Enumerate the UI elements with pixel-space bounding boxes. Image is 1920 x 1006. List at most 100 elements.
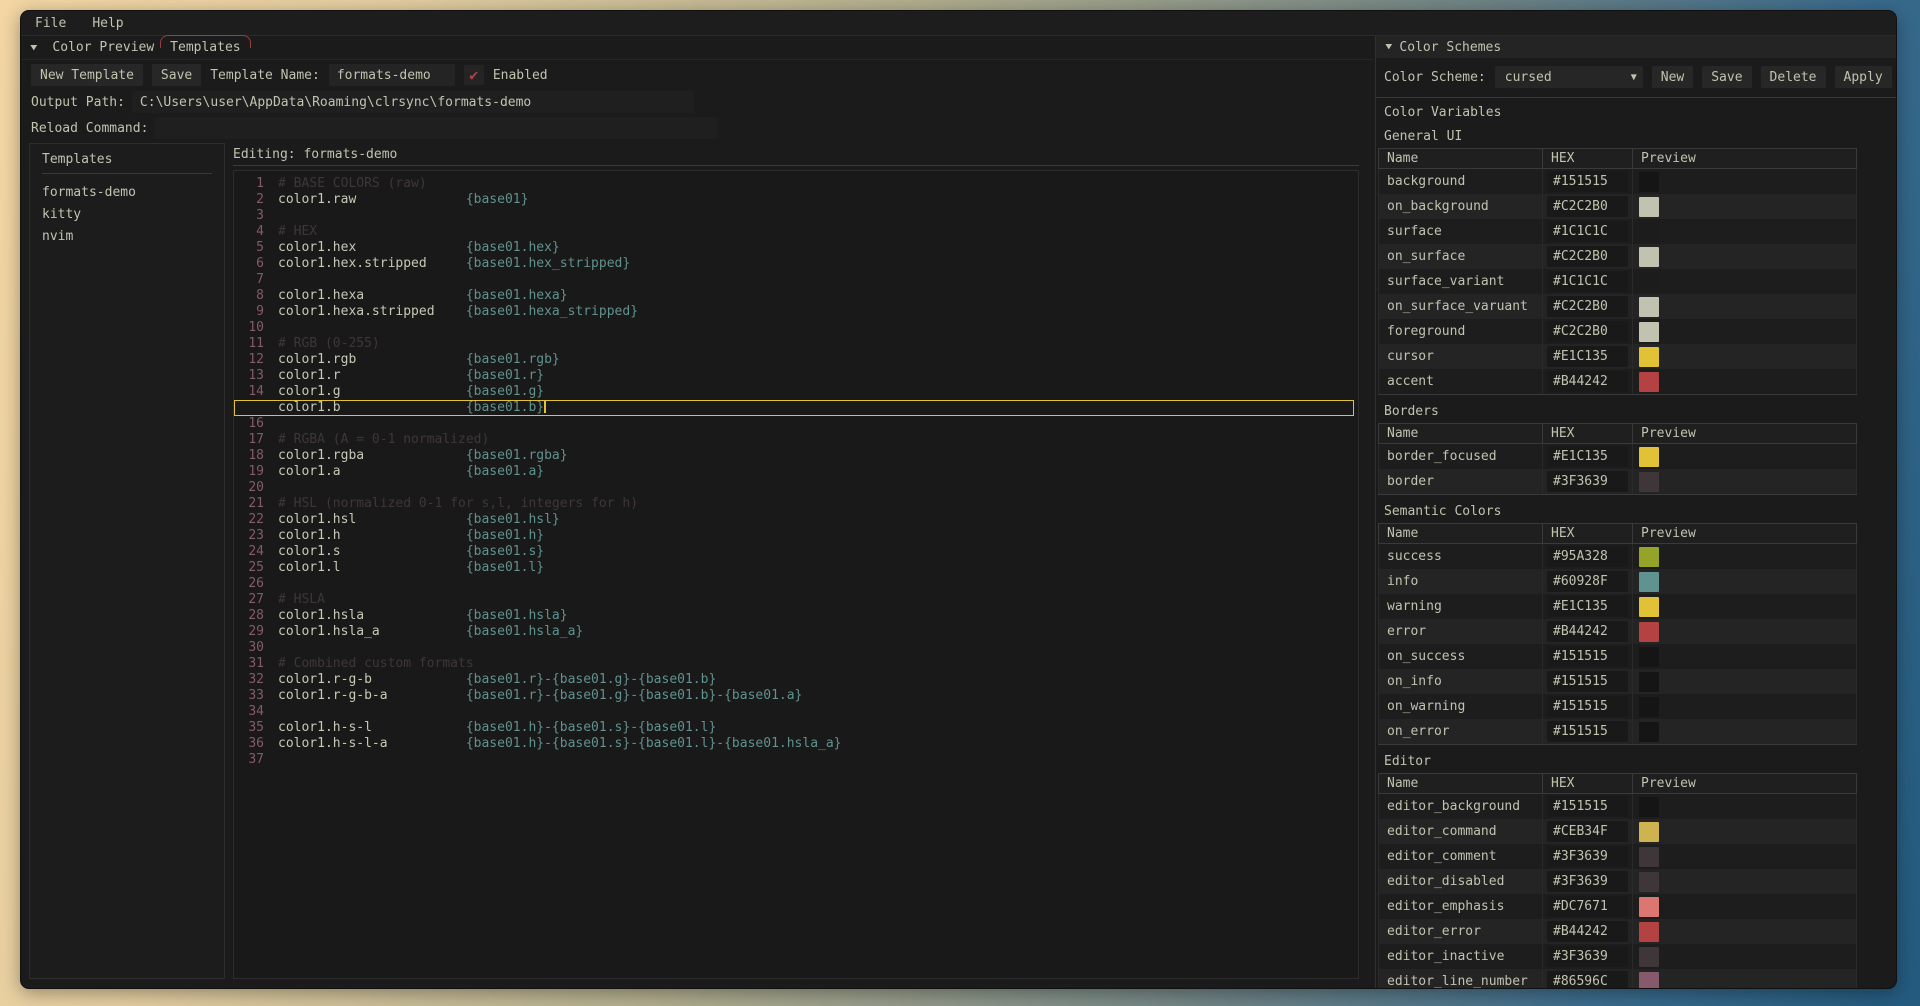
dropdown-value: cursed: [1505, 70, 1631, 85]
new-template-button[interactable]: New Template: [31, 64, 143, 86]
color-scheme-dropdown[interactable]: cursed ▼: [1495, 66, 1643, 88]
color-swatch[interactable]: [1639, 897, 1659, 917]
new-scheme-button[interactable]: New: [1652, 66, 1693, 88]
color-swatch[interactable]: [1639, 647, 1659, 667]
hex-input[interactable]: #DC7671: [1547, 896, 1628, 917]
hex-input[interactable]: #CEB34F: [1547, 821, 1628, 842]
color-swatch[interactable]: [1639, 822, 1659, 842]
format-value: {base01.r}: [466, 368, 544, 384]
color-schemes-header[interactable]: ▼ Color Schemes: [1376, 36, 1897, 58]
editor-line: 23color1.h{base01.h}: [234, 528, 1354, 544]
hex-input[interactable]: #B44242: [1547, 371, 1628, 392]
menu-item-help[interactable]: Help: [92, 14, 135, 33]
color-swatch[interactable]: [1639, 972, 1659, 990]
color-swatch[interactable]: [1639, 547, 1659, 567]
save-template-button[interactable]: Save: [152, 64, 201, 86]
reload-command-input[interactable]: [155, 117, 717, 139]
hex-input[interactable]: #1C1C1C: [1547, 271, 1628, 292]
color-swatch[interactable]: [1639, 272, 1659, 292]
enabled-checkbox[interactable]: ✔: [464, 65, 484, 85]
preview-cell: [1633, 644, 1857, 669]
hex-input[interactable]: #E1C135: [1547, 446, 1628, 467]
template-list-item-nvim[interactable]: nvim: [42, 226, 224, 248]
line-number: 4: [234, 224, 264, 240]
format-value: {base01.b}: [466, 400, 544, 416]
color-swatch[interactable]: [1639, 847, 1659, 867]
hex-input[interactable]: #151515: [1547, 696, 1628, 717]
color-swatch[interactable]: [1639, 872, 1659, 892]
color-swatch[interactable]: [1639, 172, 1659, 192]
color-swatch[interactable]: [1639, 697, 1659, 717]
color-swatch[interactable]: [1639, 572, 1659, 592]
template-list-item-kitty[interactable]: kitty: [42, 204, 224, 226]
tab-color-preview[interactable]: Color Preview: [44, 38, 162, 57]
template-name-input[interactable]: formats-demo: [329, 64, 455, 86]
hex-input[interactable]: #86596C: [1547, 971, 1628, 989]
hex-input[interactable]: #E1C135: [1547, 596, 1628, 617]
hex-input[interactable]: #60928F: [1547, 571, 1628, 592]
section-title-borders: Borders: [1384, 404, 1897, 419]
format-value: {base01.h}-{base01.s}-{base01.l}: [466, 720, 716, 736]
hex-input[interactable]: #151515: [1547, 671, 1628, 692]
hex-input[interactable]: #3F3639: [1547, 871, 1628, 892]
template-list-item-formats-demo[interactable]: formats-demo: [42, 182, 224, 204]
apply-scheme-button[interactable]: Apply: [1835, 66, 1892, 88]
save-scheme-button[interactable]: Save: [1702, 66, 1751, 88]
color-swatch[interactable]: [1639, 197, 1659, 217]
hex-input[interactable]: #E1C135: [1547, 346, 1628, 367]
color-swatch[interactable]: [1639, 322, 1659, 342]
tab-templates[interactable]: Templates: [162, 38, 248, 57]
hex-input[interactable]: #3F3639: [1547, 846, 1628, 867]
line-number: 29: [234, 624, 264, 640]
color-swatch[interactable]: [1639, 597, 1659, 617]
template-editor[interactable]: 1# BASE COLORS (raw)2color1.raw{base01}3…: [233, 170, 1359, 979]
hex-cell: #C2C2B0: [1543, 294, 1633, 319]
column-header-hex: HEX: [1543, 524, 1633, 544]
editor-line: 21# HSL (normalized 0-1 for s,l, integer…: [234, 496, 1354, 512]
delete-scheme-button[interactable]: Delete: [1761, 66, 1826, 88]
format-key: color1.b: [278, 400, 466, 416]
collapse-arrow-icon[interactable]: ▼: [30, 43, 37, 53]
variable-name-cell: on_info: [1379, 669, 1543, 694]
hex-input[interactable]: #151515: [1547, 721, 1628, 742]
color-swatch[interactable]: [1639, 472, 1659, 492]
hex-input[interactable]: #B44242: [1547, 621, 1628, 642]
hex-input[interactable]: #3F3639: [1547, 471, 1628, 492]
color-swatch[interactable]: [1639, 672, 1659, 692]
menu-item-file[interactable]: File: [35, 14, 78, 33]
color-swatch[interactable]: [1639, 347, 1659, 367]
hex-input[interactable]: #1C1C1C: [1547, 221, 1628, 242]
color-swatch[interactable]: [1639, 372, 1659, 392]
color-swatch[interactable]: [1639, 622, 1659, 642]
color-swatch[interactable]: [1639, 222, 1659, 242]
hex-input[interactable]: #151515: [1547, 171, 1628, 192]
output-path-input[interactable]: C:\Users\user\AppData\Roaming\clrsync\fo…: [132, 91, 694, 113]
hex-input[interactable]: #151515: [1547, 646, 1628, 667]
color-swatch[interactable]: [1639, 947, 1659, 967]
editor-line: 22color1.hsl{base01.hsl}: [234, 512, 1354, 528]
hex-input[interactable]: #B44242: [1547, 921, 1628, 942]
format-value: {base01.r}-{base01.g}-{base01.b}: [466, 672, 716, 688]
variable-name-cell: on_success: [1379, 644, 1543, 669]
color-swatch[interactable]: [1639, 447, 1659, 467]
hex-input[interactable]: #C2C2B0: [1547, 296, 1628, 317]
color-swatch[interactable]: [1639, 297, 1659, 317]
color-swatch[interactable]: [1639, 797, 1659, 817]
format-key: color1.l: [278, 560, 466, 576]
hex-input[interactable]: #C2C2B0: [1547, 246, 1628, 267]
column-header-hex: HEX: [1543, 424, 1633, 444]
editor-line: 12color1.rgb{base01.rgb}: [234, 352, 1354, 368]
hex-input[interactable]: #151515: [1547, 796, 1628, 817]
hex-cell: #CEB34F: [1543, 819, 1633, 844]
hex-cell: #1C1C1C: [1543, 269, 1633, 294]
hex-input[interactable]: #95A328: [1547, 546, 1628, 567]
table-row-info: info#60928F: [1379, 569, 1857, 594]
column-header-name: Name: [1379, 524, 1543, 544]
color-swatch[interactable]: [1639, 247, 1659, 267]
hex-input[interactable]: #3F3639: [1547, 946, 1628, 967]
color-swatch[interactable]: [1639, 922, 1659, 942]
hex-input[interactable]: #C2C2B0: [1547, 196, 1628, 217]
output-path-row: Output Path: C:\Users\user\AppData\Roami…: [31, 91, 694, 113]
color-swatch[interactable]: [1639, 722, 1659, 742]
hex-input[interactable]: #C2C2B0: [1547, 321, 1628, 342]
